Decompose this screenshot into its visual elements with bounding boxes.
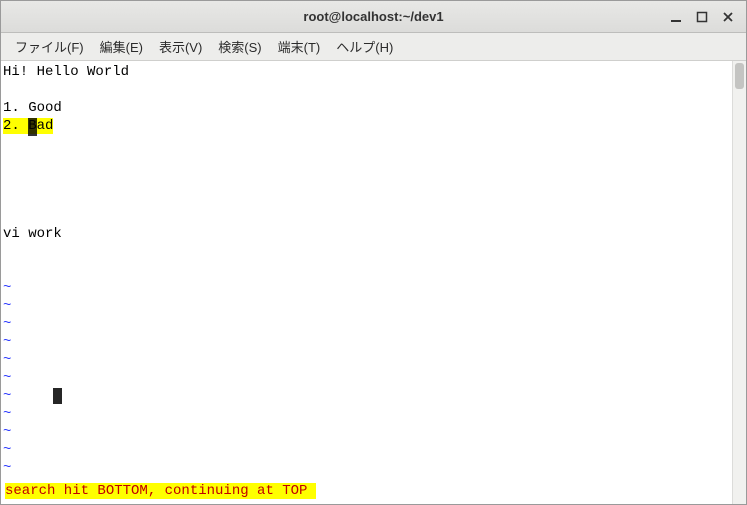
vi-tilde-line: ~ bbox=[3, 369, 730, 387]
buffer-line: Hi! Hello World bbox=[3, 63, 730, 81]
buffer-line bbox=[3, 81, 730, 99]
menu-terminal[interactable]: 端末(T) bbox=[270, 34, 329, 59]
vi-tilde-line: ~ bbox=[3, 297, 730, 315]
menu-search[interactable]: 検索(S) bbox=[210, 34, 269, 59]
buffer-line bbox=[3, 153, 730, 171]
hl-pre: 2. bbox=[3, 118, 28, 134]
scrollbar-thumb[interactable] bbox=[735, 63, 744, 89]
window-title: root@localhost:~/dev1 bbox=[1, 9, 746, 24]
menubar: ファイル(F) 編集(E) 表示(V) 検索(S) 端末(T) ヘルプ(H) bbox=[1, 33, 746, 61]
vi-tilde-line: ~ bbox=[3, 423, 730, 441]
vi-tilde-line: ~ bbox=[3, 459, 730, 477]
vi-tilde-line: ~ bbox=[3, 351, 730, 369]
vi-tilde-line-cursor: ~ bbox=[3, 387, 730, 405]
search-highlight: 2. Bad bbox=[3, 118, 53, 134]
buffer-line-highlighted: 2. Bad bbox=[3, 117, 730, 135]
terminal-window: root@localhost:~/dev1 ファイル(F) 編集(E) 表示(V… bbox=[0, 0, 747, 505]
terminal-content[interactable]: Hi! Hello World 1. Good 2. Bad vi work ~… bbox=[3, 63, 730, 502]
buffer-line bbox=[3, 135, 730, 153]
menu-view[interactable]: 表示(V) bbox=[151, 34, 210, 59]
close-button[interactable] bbox=[720, 9, 736, 25]
maximize-icon bbox=[696, 11, 708, 23]
block-cursor bbox=[53, 388, 62, 404]
vi-tilde: ~ bbox=[3, 388, 11, 404]
hl-post: ad bbox=[37, 118, 54, 134]
minimize-button[interactable] bbox=[668, 9, 684, 25]
vi-tilde-line: ~ bbox=[3, 315, 730, 333]
menu-edit[interactable]: 編集(E) bbox=[92, 34, 151, 59]
buffer-line: 1. Good bbox=[3, 99, 730, 117]
buffer-line bbox=[3, 207, 730, 225]
vi-tilde-line: ~ bbox=[3, 279, 730, 297]
minimize-icon bbox=[670, 11, 682, 23]
terminal-area[interactable]: Hi! Hello World 1. Good 2. Bad vi work ~… bbox=[1, 61, 746, 504]
menu-help[interactable]: ヘルプ(H) bbox=[328, 34, 401, 59]
buffer-line bbox=[3, 261, 730, 279]
status-message: search hit BOTTOM, continuing at TOP bbox=[5, 483, 316, 499]
buffer-line bbox=[3, 171, 730, 189]
menu-file[interactable]: ファイル(F) bbox=[7, 34, 92, 59]
cursor-char: B bbox=[28, 118, 36, 134]
vi-tilde-line: ~ bbox=[3, 405, 730, 423]
close-icon bbox=[722, 11, 734, 23]
vi-tilde-line: ~ bbox=[3, 441, 730, 459]
titlebar[interactable]: root@localhost:~/dev1 bbox=[1, 1, 746, 33]
buffer-line: vi work bbox=[3, 225, 730, 243]
maximize-button[interactable] bbox=[694, 9, 710, 25]
window-controls bbox=[668, 1, 740, 32]
vi-tilde-line: ~ bbox=[3, 333, 730, 351]
vi-status-line: search hit BOTTOM, continuing at TOP bbox=[5, 482, 316, 500]
buffer-line bbox=[3, 189, 730, 207]
terminal-scrollbar[interactable] bbox=[732, 61, 746, 504]
buffer-line bbox=[3, 243, 730, 261]
